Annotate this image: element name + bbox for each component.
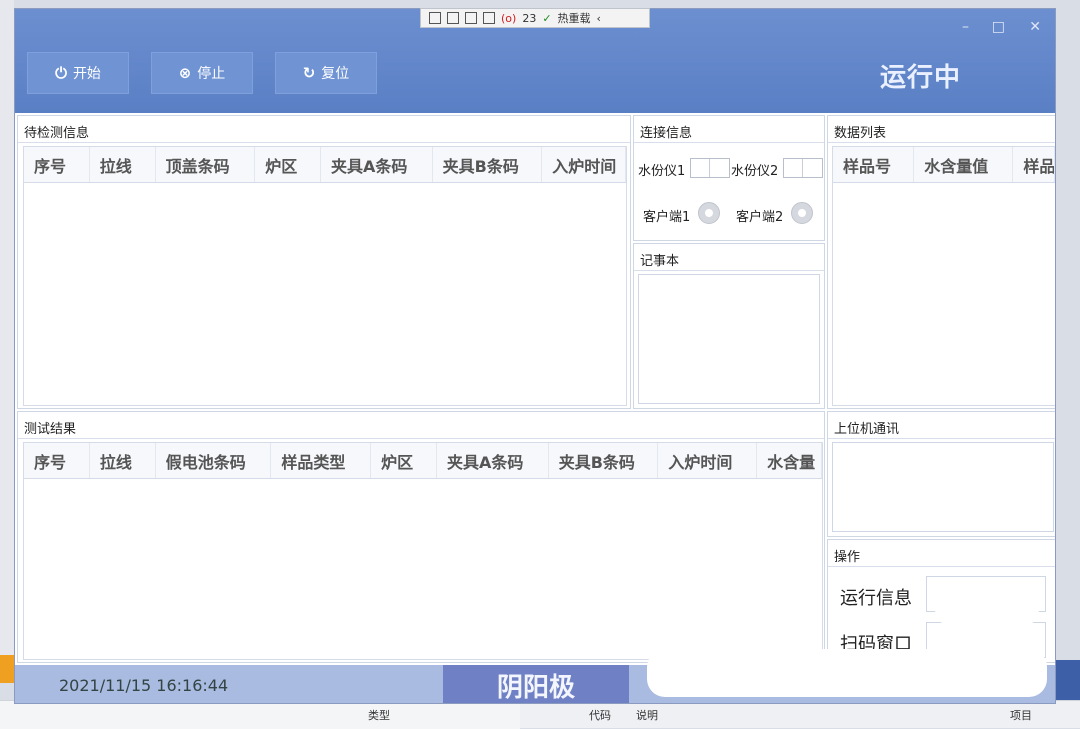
pending-grid-header: 序号 拉线 顶盖条码 炉区 夹具A条码 夹具B条码 入炉时间 bbox=[24, 147, 626, 183]
layout-adorner-icon[interactable] bbox=[465, 12, 477, 24]
operation-title: 操作 bbox=[834, 550, 861, 565]
reset-button[interactable]: ↻ 复位 bbox=[275, 52, 377, 94]
column-header[interactable]: 序号 bbox=[24, 147, 90, 182]
column-header[interactable]: 炉区 bbox=[371, 443, 437, 478]
host-comm-title: 上位机通讯 bbox=[834, 422, 900, 437]
hot-reload-check-icon: ✓ bbox=[542, 11, 552, 25]
desktop-background bbox=[0, 0, 14, 655]
test-results-panel: 测试结果 序号 拉线 假电池条码 样品类型 炉区 夹具A条码 夹具B条码 入炉时… bbox=[17, 411, 825, 663]
meter2-label: 水份仪2 bbox=[731, 164, 779, 179]
run-status-title: 运行中 bbox=[879, 63, 961, 93]
client2-status-indicator bbox=[791, 202, 813, 224]
stop-button-label: 停止 bbox=[197, 66, 226, 82]
pending-info-title: 待检测信息 bbox=[24, 126, 90, 141]
column-header[interactable]: 夹具A条码 bbox=[437, 443, 549, 478]
notes-panel: 记事本 bbox=[633, 243, 825, 409]
hot-reload-label[interactable]: 热重载 bbox=[558, 10, 591, 26]
redaction-blob bbox=[935, 577, 1039, 627]
column-header[interactable]: 夹具B条码 bbox=[549, 443, 659, 478]
column-header[interactable]: 序号 bbox=[24, 443, 90, 478]
notes-title: 记事本 bbox=[640, 254, 680, 269]
test-results-grid-header: 序号 拉线 假电池条码 样品类型 炉区 夹具A条码 夹具B条码 入炉时间 水含量 bbox=[24, 443, 823, 479]
client2-label: 客户端2 bbox=[736, 210, 784, 225]
meter1-label: 水份仪1 bbox=[638, 164, 686, 179]
test-results-grid[interactable]: 序号 拉线 假电池条码 样品类型 炉区 夹具A条码 夹具B条码 入炉时间 水含量 bbox=[23, 442, 823, 660]
column-header[interactable]: 样品 bbox=[1013, 147, 1055, 182]
ide-project-column[interactable]: 项目 bbox=[1010, 707, 1032, 723]
connection-title: 连接信息 bbox=[640, 126, 693, 141]
client1-status-indicator bbox=[698, 202, 720, 224]
column-header[interactable]: 拉线 bbox=[90, 443, 156, 478]
column-header[interactable]: 炉区 bbox=[255, 147, 322, 182]
column-header[interactable]: 水含量值 bbox=[914, 147, 1014, 182]
footer-datetime: 2021/11/15 16:16:44 bbox=[59, 676, 229, 695]
column-header[interactable]: 水含量 bbox=[757, 443, 823, 478]
track-focus-icon[interactable] bbox=[483, 12, 495, 24]
column-header[interactable]: 顶盖条码 bbox=[156, 147, 256, 182]
data-list-panel: 数据列表 样品号 水含量值 样品 bbox=[827, 115, 1055, 409]
column-header[interactable]: 假电池条码 bbox=[156, 443, 272, 478]
data-list-grid[interactable]: 样品号 水含量值 样品 bbox=[832, 146, 1055, 406]
column-header[interactable]: 入炉时间 bbox=[542, 147, 626, 182]
host-comm-log[interactable] bbox=[832, 442, 1054, 532]
xaml-debug-toolbar: (o) 23 ✓ 热重载 ‹ bbox=[420, 8, 650, 28]
app-window: ⏻ 开始 ⊗ 停止 ↻ 复位 运行中 – □ ✕ 待检测信息 序号 拉线 顶盖条… bbox=[14, 8, 1056, 704]
start-button[interactable]: ⏻ 开始 bbox=[27, 52, 129, 94]
stop-button[interactable]: ⊗ 停止 bbox=[151, 52, 253, 94]
pending-grid[interactable]: 序号 拉线 顶盖条码 炉区 夹具A条码 夹具B条码 入炉时间 bbox=[23, 146, 627, 406]
ide-error-list-header: 类型 代码 说明 项目 bbox=[0, 700, 1080, 729]
ide-code-column[interactable]: 代码 bbox=[589, 707, 611, 723]
data-list-grid-header: 样品号 水含量值 样品 bbox=[833, 147, 1055, 183]
collapse-chevron-icon[interactable]: ‹ bbox=[597, 12, 601, 25]
ide-description-column[interactable]: 说明 bbox=[636, 707, 658, 723]
maximize-icon[interactable]: □ bbox=[992, 19, 1005, 35]
select-element-icon[interactable] bbox=[447, 12, 459, 24]
column-header[interactable]: 拉线 bbox=[90, 147, 156, 182]
footer-mode-label: 阴阳极 bbox=[443, 665, 629, 703]
binding-failures-icon[interactable]: (o) bbox=[501, 12, 516, 25]
connection-panel: 连接信息 水份仪1 水份仪2 客户端1 客户端2 bbox=[633, 115, 825, 241]
close-icon[interactable]: ✕ bbox=[1029, 19, 1041, 35]
data-list-title: 数据列表 bbox=[834, 126, 887, 141]
reset-icon: ↻ bbox=[302, 64, 316, 82]
client1-label: 客户端1 bbox=[643, 210, 691, 225]
binding-failures-count: 23 bbox=[522, 11, 537, 25]
column-header[interactable]: 夹具B条码 bbox=[433, 147, 543, 182]
test-results-title: 测试结果 bbox=[24, 422, 77, 437]
host-comm-panel: 上位机通讯 bbox=[827, 411, 1055, 537]
ide-side-tab bbox=[0, 655, 14, 683]
reset-button-label: 复位 bbox=[321, 66, 350, 82]
column-header[interactable]: 入炉时间 bbox=[658, 443, 758, 478]
notes-textarea[interactable] bbox=[638, 274, 820, 404]
column-header[interactable]: 样品号 bbox=[833, 147, 915, 182]
live-tree-icon[interactable] bbox=[429, 12, 441, 24]
meter1-toggle[interactable] bbox=[690, 158, 730, 178]
pending-info-panel: 待检测信息 序号 拉线 顶盖条码 炉区 夹具A条码 夹具B条码 入炉时间 bbox=[17, 115, 631, 409]
ide-scroll-edge bbox=[1052, 660, 1080, 700]
ide-left-pane bbox=[0, 701, 520, 729]
run-info-label: 运行信息 bbox=[840, 588, 912, 609]
minimize-icon[interactable]: – bbox=[962, 19, 969, 35]
meter2-toggle[interactable] bbox=[783, 158, 823, 178]
column-header[interactable]: 夹具A条码 bbox=[321, 147, 433, 182]
start-button-label: 开始 bbox=[72, 66, 101, 82]
ide-type-column[interactable]: 类型 bbox=[368, 707, 390, 723]
stop-icon: ⊗ bbox=[178, 64, 192, 82]
redaction-blob bbox=[647, 649, 1047, 697]
column-header[interactable]: 样品类型 bbox=[271, 443, 372, 478]
power-icon: ⏻ bbox=[55, 64, 67, 82]
